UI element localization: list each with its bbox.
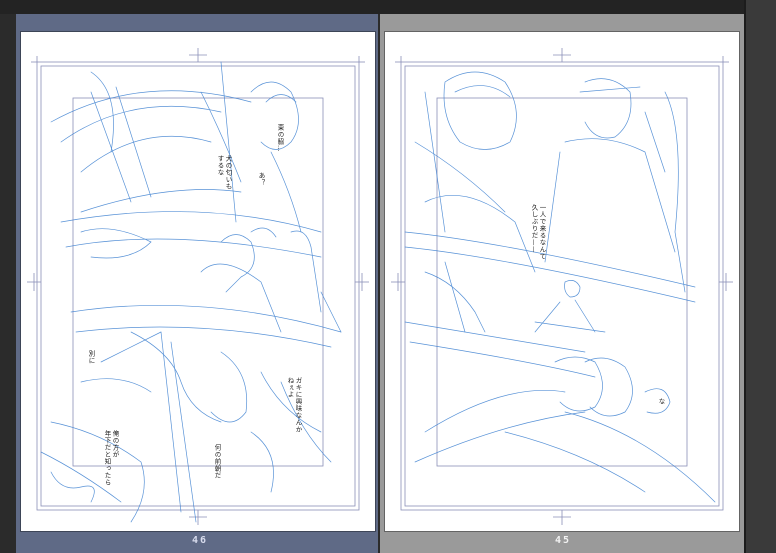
speech-text: 東の脇… [276, 124, 284, 152]
speech-text: 犬の匂いも するな [216, 155, 232, 190]
page-45-guides [391, 48, 733, 525]
page-45-sketch-layer [391, 48, 733, 525]
page-46-pencil-strokes [40, 61, 342, 523]
speech-text: ガキに興味なんか ねぇよ [286, 377, 302, 433]
page-45-pencil-strokes [404, 71, 716, 503]
speech-text: 何の前朝だ [213, 444, 221, 479]
speech-text: 別に [87, 350, 95, 364]
page-number-45: 45 [554, 535, 572, 546]
manga-page-45-canvas[interactable]: 一人で来るなんて 久しぶりだ—— な [385, 32, 739, 531]
speech-text: 俺の方が 年下だと知ったら [103, 430, 119, 486]
speech-text: あ？ [257, 172, 265, 186]
manga-page-46-canvas[interactable]: 東の脇… あ？ 犬の匂いも するな 別に ガキに興味なんか ねぇよ 俺の方が 年… [21, 32, 375, 531]
speech-text: な [657, 398, 665, 405]
page-46-guides [27, 48, 369, 525]
page-46-sketch-layer [27, 48, 369, 525]
top-bar [0, 0, 776, 14]
right-scroll-gutter[interactable] [744, 0, 776, 553]
page-number-46: 46 [191, 535, 209, 546]
speech-text: 一人で来るなんて 久しぶりだ—— [530, 204, 546, 260]
